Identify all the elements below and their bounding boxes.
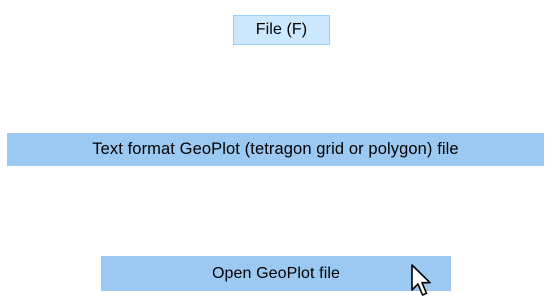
mouse-pointer-icon [411, 264, 431, 296]
file-menu[interactable]: File (F) [233, 15, 330, 45]
text-format-geoplot-menu-item[interactable]: Text format GeoPlot (tetragon grid or po… [7, 133, 544, 166]
open-geoplot-file-menu-item[interactable]: Open GeoPlot file [101, 256, 451, 291]
